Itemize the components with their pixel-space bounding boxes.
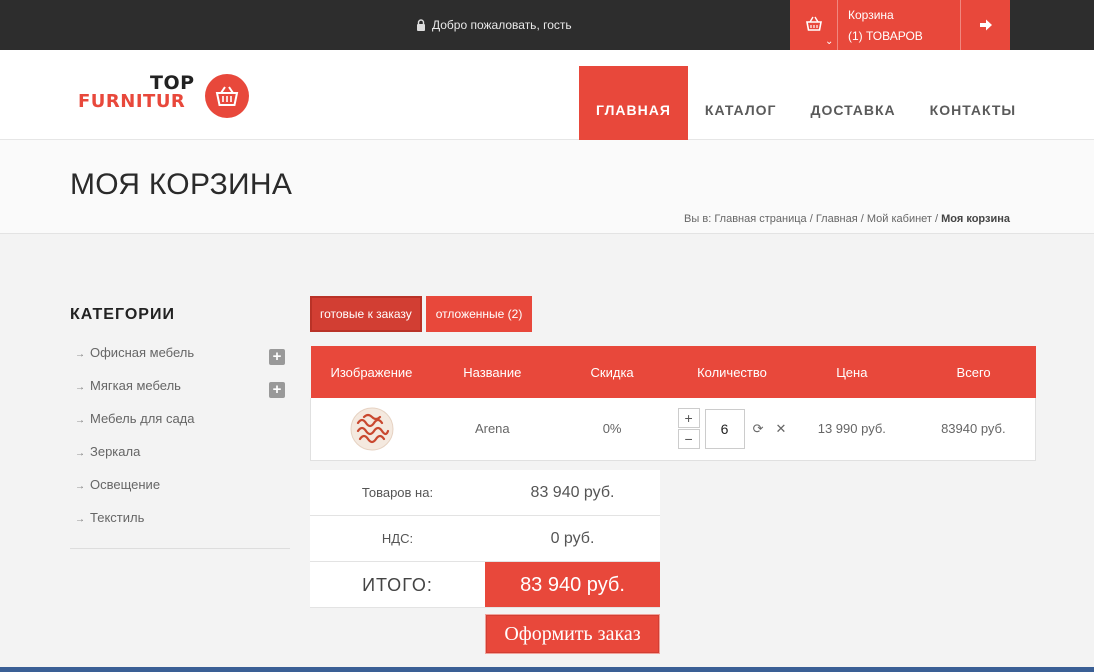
category-item-mirrors[interactable]: → Зеркала [70,443,290,476]
breadcrumb-link-main[interactable]: Главная [816,213,858,225]
logo-text-furnitur: FURNITUR [78,91,186,112]
breadcrumb-link-account[interactable]: Мой кабинет [867,213,932,225]
cart-totals: Товаров на: 83 940 руб. НДС: 0 руб. ИТОГ… [310,470,660,608]
subtotal-value: 83 940 руб. [530,484,615,501]
category-item-office[interactable]: → Офисная мебель + [70,344,290,377]
arrow-right-icon: → [75,382,85,393]
logo-basket-badge [205,74,249,118]
remove-item-icon[interactable]: ✕ [775,421,786,437]
category-label: Офисная мебель [90,345,195,360]
col-quantity: Количество [671,346,792,398]
arrow-right-icon: → [75,349,85,360]
welcome-message: Добро пожаловать, гость [416,18,572,32]
tab-postponed[interactable]: отложенные (2) [425,296,533,332]
increase-quantity-button[interactable]: + [677,408,700,429]
cell-quantity: + − ⟳ ✕ [671,398,792,461]
mini-cart-title: Корзина [848,8,894,22]
categories-list: → Офисная мебель + → Мягкая мебель + → Мебе… [70,344,290,549]
cart-tabs: готовые к заказу отложенные (2) [310,296,536,332]
refresh-icon[interactable]: ⟳ [753,421,764,437]
grand-total-value: 83 940 руб. [485,562,660,607]
cell-price: 13 990 руб. [791,398,912,461]
site-logo[interactable]: TOP FURNITUR [78,72,253,122]
category-item-garden[interactable]: → Мебель для сада [70,410,290,443]
categories-heading: КАТЕГОРИИ [70,306,175,323]
subtotal-label: Товаров на: [361,485,434,500]
vat-label: НДС: [381,531,414,546]
category-label: Зеркала [90,444,141,459]
site-header: TOP FURNITUR ГЛАВНАЯ КАТАЛОГ ДОСТАВКА КО… [0,50,1094,154]
mini-cart[interactable]: ⌄ Корзина (1) ТОВАРОВ [790,0,1010,50]
arrow-right-icon: → [75,481,85,492]
basket-icon [806,16,822,31]
category-label: Мебель для сада [90,411,195,426]
page-title-band: МОЯ КОРЗИНА Вы в: Главная страница / Гла… [0,140,1094,234]
arrow-right-icon: → [75,415,85,426]
mini-cart-count: (1) ТОВАРОВ [848,29,923,43]
table-row: Arena 0% + − ⟳ ✕ 13 990 руб. 83940 руб. [310,398,1036,461]
product-thumbnail[interactable] [350,407,394,451]
col-name: Название [432,346,553,398]
category-label: Освещение [90,477,161,492]
category-item-textile[interactable]: → Текстиль [70,509,290,542]
vat-row: НДС: 0 руб. [310,516,660,562]
category-label: Текстиль [90,510,145,525]
vat-value: 0 руб. [550,530,595,547]
lock-icon [417,19,425,31]
col-image: Изображение [310,346,433,398]
taskbar-strip [0,667,1094,672]
breadcrumb-link-home-page[interactable]: Главная страница [714,213,806,225]
tab-ready-to-order[interactable]: готовые к заказу [310,296,422,332]
category-item-lighting[interactable]: → Освещение [70,476,290,509]
col-total: Всего [911,346,1036,398]
breadcrumb-current: Моя корзина [941,213,1010,225]
breadcrumb: Вы в: Главная страница / Главная / Мой к… [684,213,1010,225]
cell-discount: 0% [552,398,672,461]
col-discount: Скидка [552,346,672,398]
expand-plus-icon[interactable]: + [269,349,285,365]
decrease-quantity-button[interactable]: − [677,429,700,450]
cell-total: 83940 руб. [911,398,1036,461]
categories-sidebar: КАТЕГОРИИ → Офисная мебель + → Мягкая мебе… [70,300,290,549]
arrow-right-icon [980,19,992,31]
breadcrumb-prefix: Вы в: [684,213,712,225]
arrow-right-icon: → [75,514,85,525]
go-to-cart-button[interactable] [960,0,1010,50]
checkout-button[interactable]: Оформить заказ [485,614,660,654]
cell-name[interactable]: Arena [432,398,553,461]
arrow-right-icon: → [75,448,85,459]
top-bar: Добро пожаловать, гость ⌄ Корзина (1) ТО… [0,0,1094,50]
cart-table: Изображение Название Скидка Количество Ц… [310,346,1036,461]
cell-image [310,398,433,461]
expand-plus-icon[interactable]: + [269,382,285,398]
cart-table-header: Изображение Название Скидка Количество Ц… [310,346,1036,398]
col-price: Цена [791,346,912,398]
quantity-input[interactable] [704,408,745,449]
mini-cart-toggle[interactable]: ⌄ [790,0,838,50]
category-item-soft[interactable]: → Мягкая мебель + [70,377,290,410]
chevron-down-icon: ⌄ [825,36,834,47]
grand-total-label: ИТОГО: [362,575,433,595]
basket-icon [215,86,239,106]
page-title: МОЯ КОРЗИНА [70,168,293,201]
grand-total-row: ИТОГО: 83 940 руб. [310,562,660,608]
mini-cart-text[interactable]: Корзина (1) ТОВАРОВ [848,5,923,47]
welcome-text: Добро пожаловать, гость [432,18,572,32]
category-label: Мягкая мебель [90,378,181,393]
subtotal-row: Товаров на: 83 940 руб. [310,470,660,516]
quantity-stepper: + − ⟳ ✕ [672,408,792,450]
